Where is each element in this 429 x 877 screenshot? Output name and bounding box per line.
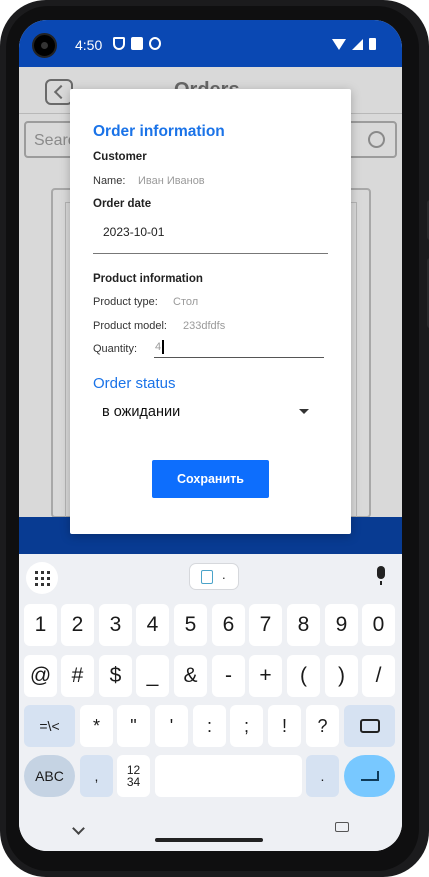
sd-card-icon	[131, 37, 143, 50]
apps-grid-icon[interactable]	[26, 562, 58, 594]
phone-frame: 4:50 Orders Search	[0, 0, 429, 877]
order-status-select[interactable]: в ожидании	[93, 397, 315, 425]
battery-icon	[369, 38, 376, 50]
gesture-handle[interactable]	[155, 838, 263, 842]
keyboard-switch-icon[interactable]	[335, 822, 349, 832]
key[interactable]: '	[155, 705, 188, 747]
key[interactable]: &	[174, 655, 207, 697]
save-button[interactable]: Сохранить	[152, 460, 269, 498]
screen: 4:50 Orders Search	[19, 20, 402, 851]
key[interactable]: 7	[249, 604, 282, 646]
abc-key[interactable]: ABC	[24, 755, 75, 797]
face-icon	[149, 37, 161, 50]
period-key[interactable]: .	[306, 755, 339, 797]
numpad-key[interactable]: 12 34	[117, 755, 150, 797]
key[interactable]: 2	[61, 604, 94, 646]
name-value: Иван Иванов	[138, 175, 205, 187]
order-date-field[interactable]: 2023-10-01	[103, 225, 164, 239]
hide-keyboard-icon[interactable]	[72, 822, 85, 835]
clipboard-text: .	[222, 567, 226, 582]
text-cursor	[162, 340, 164, 354]
quantity-value: 4	[155, 341, 162, 353]
key[interactable]: 8	[287, 604, 320, 646]
mic-icon[interactable]	[377, 566, 385, 585]
shield-icon	[113, 37, 125, 50]
enter-key[interactable]	[344, 755, 395, 797]
key[interactable]: +	[249, 655, 282, 697]
quantity-label: Quantity:	[93, 343, 138, 355]
order-date-label: Order date	[93, 198, 152, 210]
backspace-key[interactable]	[344, 705, 395, 747]
key[interactable]: "	[117, 705, 150, 747]
key[interactable]: )	[325, 655, 358, 697]
order-dialog: Order information Customer Name: Иван Ив…	[70, 89, 351, 534]
key[interactable]: ;	[230, 705, 263, 747]
back-button[interactable]	[45, 79, 73, 105]
comma-key[interactable]: ,	[80, 755, 113, 797]
key[interactable]: #	[61, 655, 94, 697]
key[interactable]: !	[268, 705, 301, 747]
dropdown-arrow-icon	[299, 409, 309, 414]
key[interactable]: 6	[212, 604, 245, 646]
key[interactable]: _	[136, 655, 169, 697]
wifi-icon	[332, 38, 346, 50]
key[interactable]: :	[193, 705, 226, 747]
symbols-page-key[interactable]: =\<	[24, 705, 75, 747]
name-label: Name:	[93, 175, 126, 187]
enter-icon	[360, 771, 379, 781]
clipboard-icon	[201, 570, 213, 584]
search-icon[interactable]	[368, 131, 385, 148]
key[interactable]: 5	[174, 604, 207, 646]
key[interactable]: 0	[362, 604, 395, 646]
clipboard-suggestion[interactable]: .	[189, 563, 239, 590]
key[interactable]: *	[80, 705, 113, 747]
product-type-value: Стол	[173, 296, 199, 308]
front-camera	[32, 33, 57, 58]
key[interactable]: 1	[24, 604, 57, 646]
key[interactable]: 4	[136, 604, 169, 646]
key[interactable]: -	[212, 655, 245, 697]
quantity-input[interactable]: 4	[154, 339, 324, 358]
keyboard-toolbar: .	[19, 554, 402, 598]
notification-icons	[113, 37, 161, 50]
product-type-label: Product type:	[93, 296, 158, 308]
status-bar: 4:50	[19, 20, 402, 67]
numpad-label: 12 34	[126, 763, 141, 789]
signal-icon	[352, 38, 363, 50]
key[interactable]: 9	[325, 604, 358, 646]
order-status-heading: Order status	[93, 375, 176, 392]
order-status-value: в ожидании	[102, 404, 181, 420]
backspace-icon	[359, 719, 380, 733]
key[interactable]: $	[99, 655, 132, 697]
product-model-label: Product model:	[93, 320, 167, 332]
order-date-underline	[93, 253, 328, 254]
system-icons	[332, 38, 376, 50]
key[interactable]: ?	[306, 705, 339, 747]
key[interactable]: @	[24, 655, 57, 697]
space-key[interactable]	[155, 755, 302, 797]
status-time: 4:50	[75, 37, 103, 53]
customer-label: Customer	[93, 151, 147, 163]
product-model-value: 233dfdfs	[183, 320, 226, 332]
key[interactable]: 3	[99, 604, 132, 646]
order-info-heading: Order information	[93, 123, 225, 140]
product-info-label: Product information	[93, 273, 203, 285]
keyboard: . 1 2 3 4 5 6 7 8 9 0 @ # $ _ & - + () …	[19, 554, 402, 851]
key[interactable]: /	[362, 655, 395, 697]
key[interactable]: (	[287, 655, 320, 697]
